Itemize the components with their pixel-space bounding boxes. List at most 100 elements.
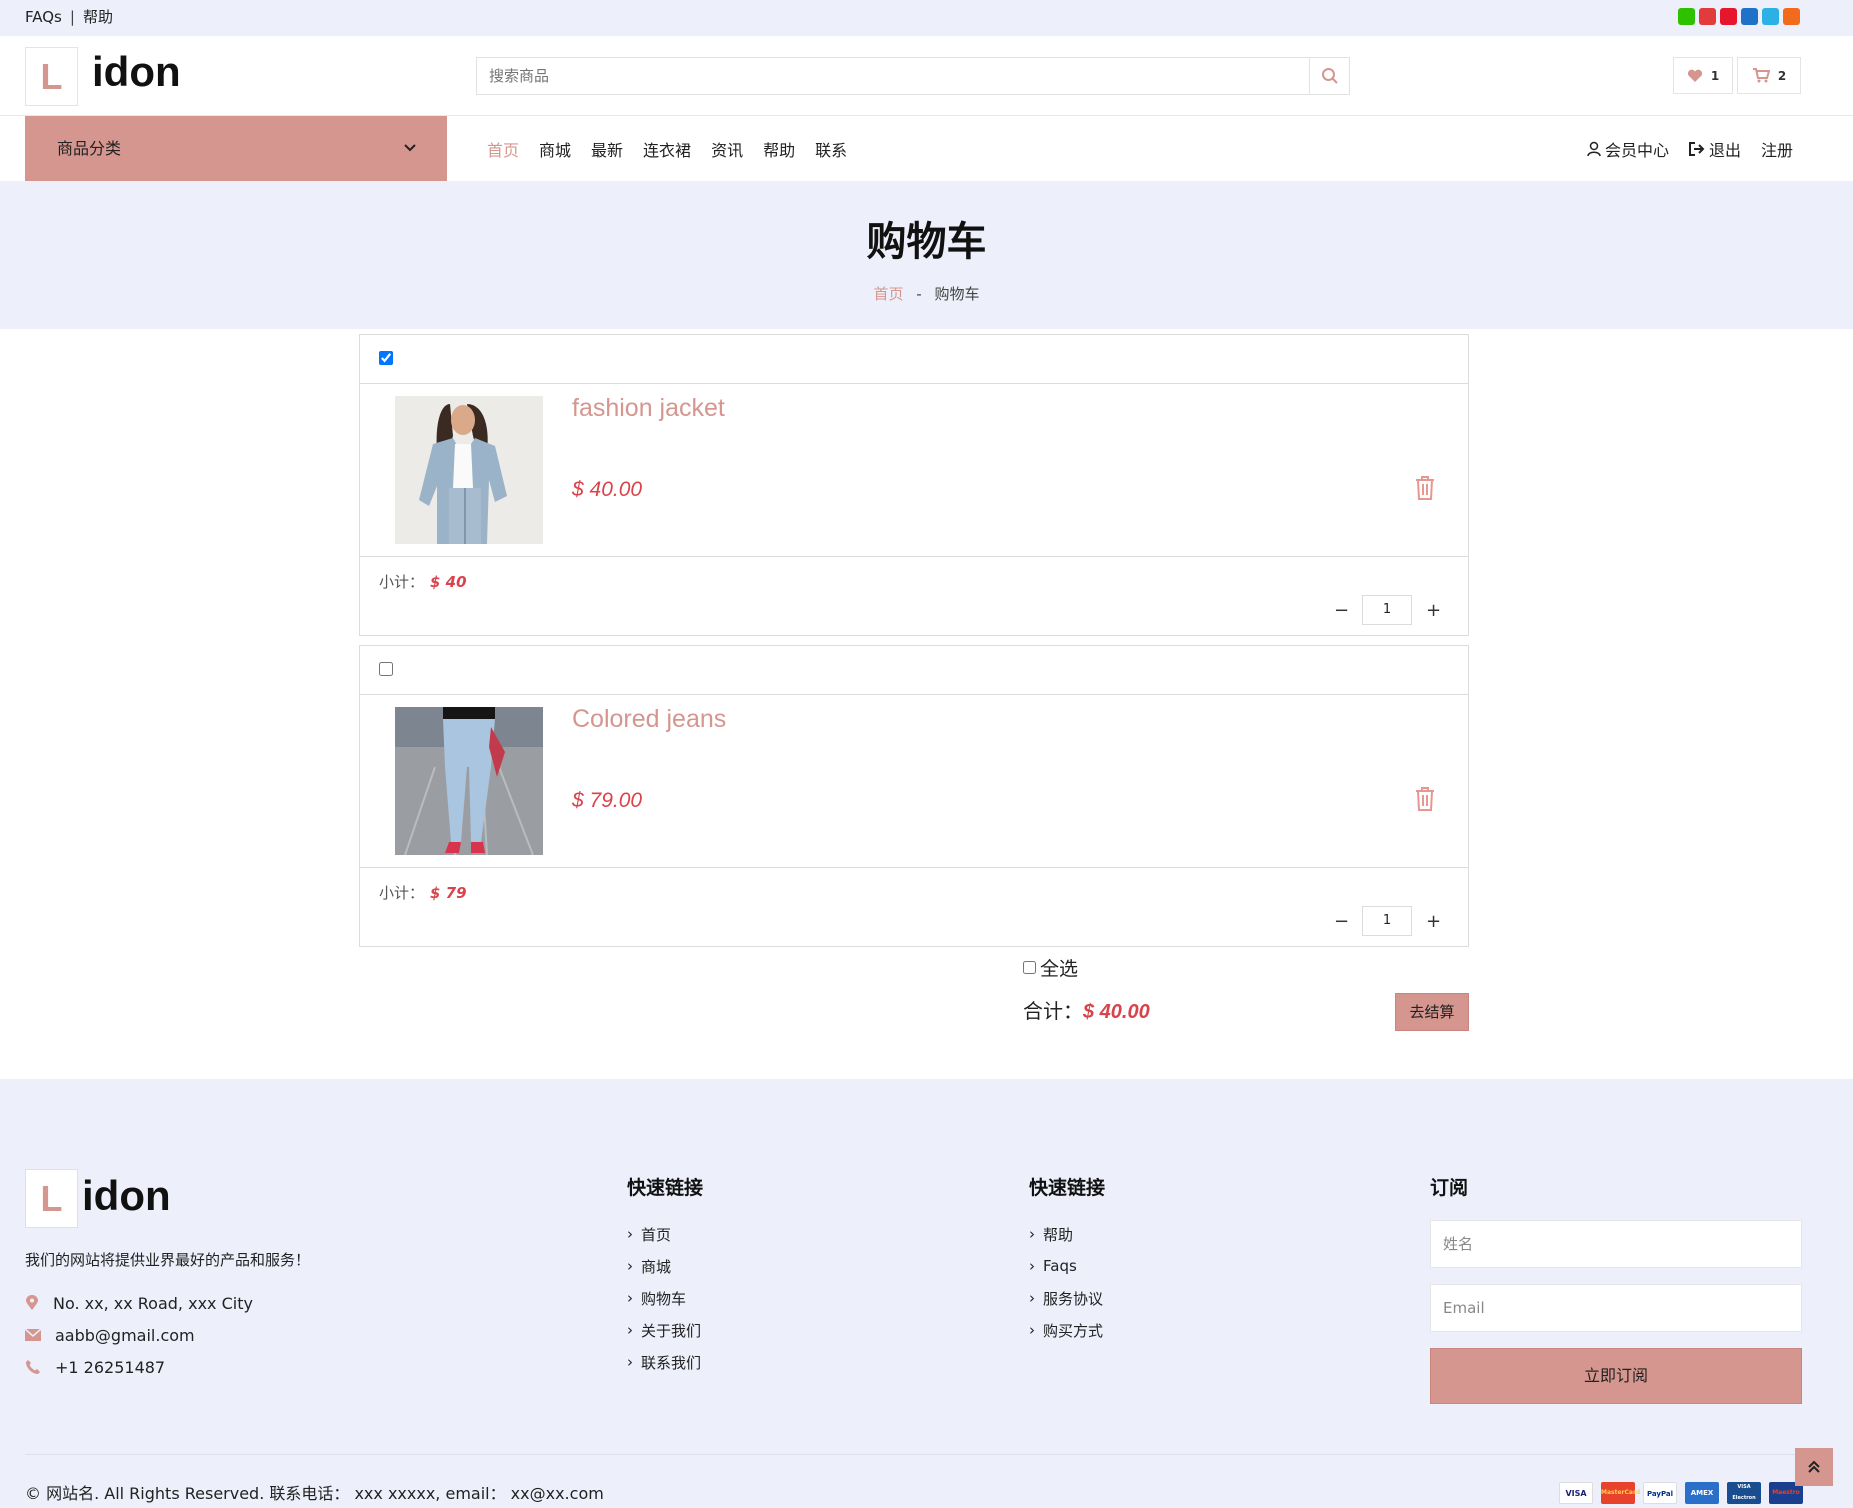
register-link[interactable]: 注册 — [1761, 137, 1793, 161]
chevron-right-icon: › — [1029, 1289, 1035, 1307]
phone-icon — [26, 1360, 40, 1374]
chevron-right-icon: › — [1029, 1225, 1035, 1243]
wechat-icon[interactable] — [1678, 8, 1695, 25]
chevron-right-icon: › — [627, 1289, 633, 1307]
cart-item-checkbox[interactable] — [379, 351, 393, 365]
visa-electron-icon: VISA Electron — [1727, 1482, 1761, 1504]
qzone-icon[interactable] — [1762, 8, 1779, 25]
nav-item-dresses[interactable]: 连衣裙 — [643, 137, 691, 161]
footer-link[interactable]: › 服务协议 — [1029, 1282, 1105, 1314]
heart-icon — [1687, 69, 1702, 82]
footer-link[interactable]: › 首页 — [627, 1218, 703, 1250]
subtotal-label: 小计： — [379, 884, 425, 902]
footer-link[interactable]: › 关于我们 — [627, 1314, 703, 1346]
subscribe-title: 订阅 — [1430, 1177, 1469, 1199]
chevron-right-icon: › — [627, 1321, 633, 1339]
trash-icon[interactable] — [1415, 787, 1435, 811]
footer-logo-mark[interactable]: L — [25, 1169, 78, 1228]
product-name[interactable]: Colored jeans — [572, 705, 726, 734]
cart-button[interactable]: 2 — [1737, 57, 1801, 94]
footer-logo-text[interactable]: idon — [82, 1172, 171, 1220]
cart-item-footer: 小计： $ 40 − 1 + — [360, 557, 1468, 635]
address-row: No. xx, xx Road, xxx City — [25, 1287, 253, 1319]
quantity-stepper: − 1 + — [1334, 906, 1441, 936]
logo-text[interactable]: idon — [92, 48, 181, 96]
nav-item-contact[interactable]: 联系 — [815, 137, 847, 161]
increase-button[interactable]: + — [1426, 600, 1441, 621]
nav-item-latest[interactable]: 最新 — [591, 137, 623, 161]
footer-link[interactable]: › 购买方式 — [1029, 1314, 1105, 1346]
chevron-right-icon: › — [1029, 1321, 1035, 1339]
site-footer: L idon 我们的网站将提供业界最好的产品和服务！ No. xx, xx Ro… — [0, 1079, 1853, 1508]
footer-link[interactable]: › 商城 — [627, 1250, 703, 1282]
back-to-top-button[interactable] — [1795, 1448, 1833, 1486]
subscribe-button[interactable]: 立即订阅 — [1430, 1348, 1802, 1404]
select-all-checkbox[interactable] — [1023, 961, 1036, 974]
footer-contact-info: No. xx, xx Road, xxx City aabb@gmail.com… — [25, 1287, 253, 1383]
product-image-jeans[interactable] — [395, 707, 543, 855]
footer-link-label: 购买方式 — [1043, 1321, 1104, 1340]
product-name[interactable]: fashion jacket — [572, 394, 725, 423]
quantity-input[interactable]: 1 — [1362, 595, 1412, 625]
email-field[interactable]: Email — [1430, 1284, 1802, 1332]
subtotal: 小计： $ 79 — [379, 882, 467, 903]
quantity-stepper: − 1 + — [1334, 595, 1441, 625]
nav-item-news[interactable]: 资讯 — [711, 137, 743, 161]
category-dropdown[interactable]: 商品分类 — [25, 116, 447, 181]
product-price: $ 79.00 — [572, 789, 643, 812]
qq-icon[interactable] — [1699, 8, 1716, 25]
email-text[interactable]: aabb@gmail.com — [55, 1326, 195, 1345]
product-image-jacket[interactable] — [395, 396, 543, 544]
footer-link-label: 帮助 — [1043, 1225, 1074, 1244]
nav-item-help[interactable]: 帮助 — [763, 137, 795, 161]
increase-button[interactable]: + — [1426, 911, 1441, 932]
footer-quick-links-2: 快速链接 › 帮助 › Faqs › 服务协议 › 购买方式 — [1029, 1173, 1105, 1346]
chevron-right-icon: › — [627, 1225, 633, 1243]
checkout-button[interactable]: 去结算 — [1395, 993, 1469, 1031]
wishlist-button[interactable]: 1 — [1673, 57, 1733, 94]
cart-item-checkbox[interactable] — [379, 662, 393, 676]
faqs-link[interactable]: FAQs — [25, 8, 62, 26]
breadcrumb-current: 购物车 — [934, 285, 980, 303]
search-input[interactable] — [477, 58, 1307, 94]
page-title: 购物车 — [866, 219, 987, 265]
help-link[interactable]: 帮助 — [83, 8, 113, 26]
subtotal-value: $ 79 — [430, 884, 467, 902]
main-nav: 商品分类 首页 商城 最新 连衣裙 资讯 帮助 联系 会员中心 退出 注册 — [0, 116, 1853, 181]
subscribe-form: 订阅 姓名 Email 立即订阅 — [1430, 1173, 1802, 1404]
total-value: $ 40.00 — [1083, 1001, 1150, 1023]
name-field[interactable]: 姓名 — [1430, 1220, 1802, 1268]
footer-link[interactable]: › 购物车 — [627, 1282, 703, 1314]
top-links-separator: | — [69, 8, 75, 26]
weibo-icon[interactable] — [1720, 8, 1737, 25]
cart-item-body: fashion jacket $ 40.00 — [360, 384, 1468, 557]
trash-icon[interactable] — [1415, 476, 1435, 500]
nav-item-mall[interactable]: 商城 — [539, 137, 571, 161]
search-bar — [476, 57, 1350, 95]
cart-item: fashion jacket $ 40.00 小计： $ 40 − 1 + — [359, 334, 1469, 636]
site-header: L idon 1 2 — [0, 36, 1853, 116]
decrease-button[interactable]: − — [1334, 600, 1349, 621]
member-center-link[interactable]: 会员中心 — [1587, 137, 1669, 161]
search-button[interactable] — [1309, 58, 1349, 94]
nav-item-home[interactable]: 首页 — [487, 137, 519, 161]
top-links: FAQs | 帮助 — [25, 6, 113, 27]
search-icon — [1321, 68, 1338, 84]
copyright: © 网站名. All Rights Reserved. 联系电话： xxx xx… — [25, 1484, 604, 1503]
subtotal: 小计： $ 40 — [379, 571, 467, 592]
user-icon — [1587, 141, 1601, 156]
logout-link[interactable]: 退出 — [1688, 137, 1741, 161]
more-share-icon[interactable] — [1783, 8, 1800, 25]
logo-mark[interactable]: L — [25, 47, 78, 106]
breadcrumb-home[interactable]: 首页 — [873, 285, 903, 303]
footer-link[interactable]: › 联系我们 — [627, 1346, 703, 1378]
quantity-input[interactable]: 1 — [1362, 906, 1412, 936]
product-price: $ 40.00 — [572, 478, 643, 501]
breadcrumb: 首页 - 购物车 — [0, 283, 1853, 304]
map-pin-icon — [26, 1295, 38, 1310]
footer-link[interactable]: › Faqs — [1029, 1250, 1105, 1282]
paypal-icon: PayPal — [1643, 1482, 1677, 1504]
renren-icon[interactable] — [1741, 8, 1758, 25]
decrease-button[interactable]: − — [1334, 911, 1349, 932]
footer-link[interactable]: › 帮助 — [1029, 1218, 1105, 1250]
